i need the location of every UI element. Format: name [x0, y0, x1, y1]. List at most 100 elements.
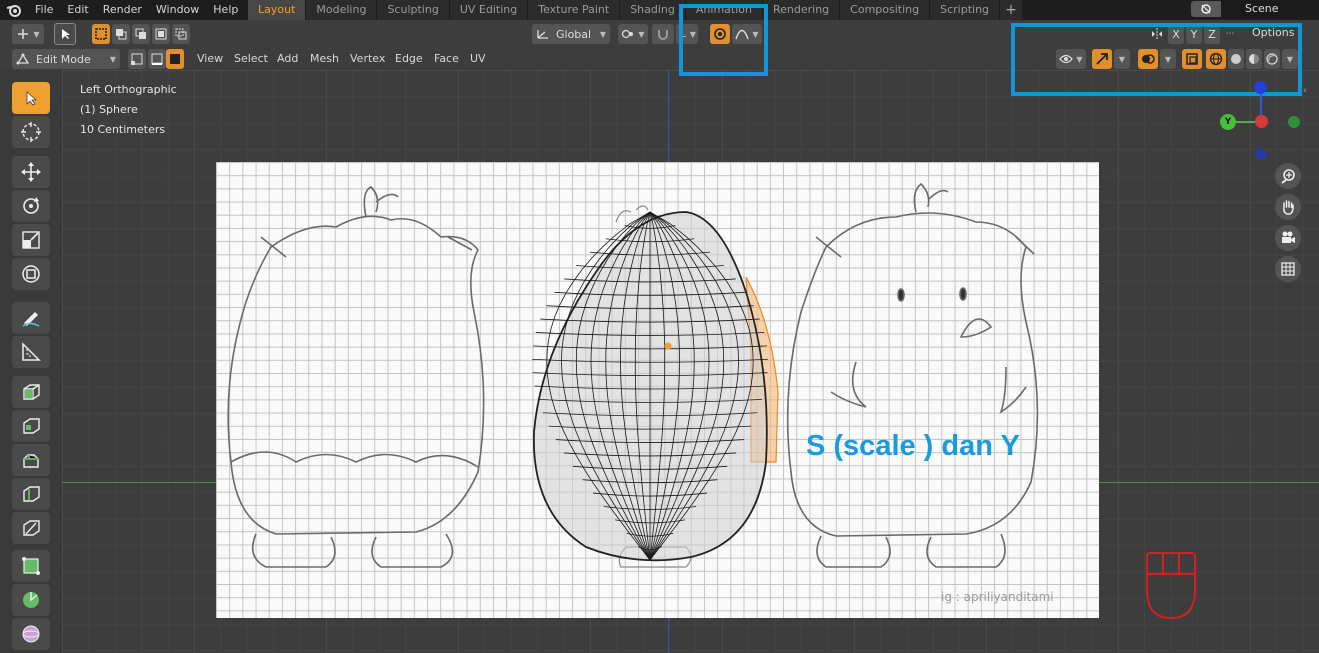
cursor-tool[interactable] [12, 116, 50, 148]
bevel-icon [23, 454, 39, 468]
vertex-select-mode-button[interactable] [128, 49, 146, 69]
left-toolbar [0, 70, 62, 653]
move-tool[interactable] [12, 156, 50, 188]
menu-vertex[interactable]: Vertex [350, 49, 385, 69]
tab-compositing[interactable]: Compositing [840, 0, 931, 20]
active-object-name: (1) Sphere [80, 103, 138, 116]
gizmo-z-axis-icon[interactable] [1254, 81, 1267, 94]
viewport-info: Left Orthographic (1) Sphere 10 Centimet… [80, 80, 177, 140]
face-select-icon [170, 54, 180, 64]
gizmo-y-axis-icon[interactable]: Y [1220, 114, 1236, 130]
loop-cut-tool[interactable] [12, 478, 50, 510]
select-extend-button[interactable] [112, 24, 130, 44]
menu-file[interactable]: File [28, 0, 60, 20]
select-subtract-button[interactable] [132, 24, 150, 44]
poly-build-tool[interactable] [12, 550, 50, 582]
snap-toggle[interactable] [652, 24, 674, 44]
menu-uv[interactable]: UV [470, 49, 486, 69]
reference-drawing [227, 182, 1039, 568]
transform-tool[interactable] [12, 258, 50, 290]
tab-modeling[interactable]: Modeling [306, 0, 378, 20]
menu-render[interactable]: Render [96, 0, 149, 20]
bevel-tool[interactable] [12, 444, 50, 476]
gizmo-x-axis-icon[interactable] [1255, 115, 1268, 128]
transform-orientation-value: Global [556, 27, 592, 41]
tab-layout[interactable]: Layout [248, 0, 307, 20]
transform-orientation-dropdown[interactable]: Global ▼ [532, 24, 610, 44]
select-intersect-button[interactable] [172, 24, 190, 44]
select-new-button[interactable] [92, 24, 110, 44]
menu-edit[interactable]: Edit [60, 0, 95, 20]
menu-face[interactable]: Face [434, 49, 459, 69]
spin-icon [23, 592, 39, 608]
tab-texture-paint[interactable]: Texture Paint [528, 0, 621, 20]
perspective-toggle-button[interactable] [1275, 256, 1301, 282]
knife-icon [23, 520, 40, 536]
select-invert-button[interactable] [152, 24, 170, 44]
zoom-magnifier-icon [1281, 169, 1295, 184]
menu-mesh[interactable]: Mesh [310, 49, 339, 69]
select-new-icon [95, 28, 107, 40]
smooth-tool[interactable] [12, 618, 50, 650]
add-workspace-button[interactable]: + [1000, 0, 1023, 20]
select-subtract-icon [135, 28, 146, 39]
ruler-icon [22, 342, 41, 361]
menu-window[interactable]: Window [149, 0, 206, 20]
blender-logo-icon[interactable] [0, 0, 28, 20]
extrude-icon [23, 384, 40, 400]
extrude-region-tool[interactable] [12, 376, 50, 408]
spin-tool[interactable] [12, 584, 50, 616]
scale-icon [22, 231, 40, 249]
mode-selector-dropdown[interactable]: Edit Mode ▼ [12, 49, 120, 69]
tool-settings-dropdown[interactable]: ▼ [12, 24, 44, 44]
rotate-tool[interactable] [12, 190, 50, 222]
hand-icon [1283, 200, 1294, 215]
scale-tool[interactable] [12, 224, 50, 256]
pivot-point-dropdown[interactable]: ▼ [618, 24, 648, 44]
zoom-button[interactable] [1275, 163, 1301, 189]
character-front-sketch [786, 182, 1039, 568]
menu-help[interactable]: Help [206, 0, 245, 20]
select-tool[interactable] [12, 82, 50, 114]
origin-point [664, 342, 672, 350]
gizmo-neg-y-icon[interactable] [1288, 116, 1300, 128]
pencil-icon [22, 312, 40, 327]
tab-uv-editing[interactable]: UV Editing [449, 0, 529, 20]
grid-icon [1281, 262, 1295, 276]
magnet-icon [658, 30, 668, 40]
poly-build-icon [22, 557, 40, 575]
menu-add[interactable]: Add [277, 49, 298, 69]
scene-selector[interactable]: Scene [1191, 0, 1319, 18]
character-back-sketch [227, 186, 485, 568]
camera-view-button[interactable] [1275, 225, 1301, 251]
scene-icon[interactable] [1191, 1, 1221, 17]
annotate-tool[interactable] [12, 302, 50, 334]
edge-select-icon [151, 53, 163, 65]
view-name: Left Orthographic [80, 83, 177, 96]
measure-tool[interactable] [12, 336, 50, 368]
scene-name-field[interactable]: Scene [1221, 1, 1319, 17]
3d-cursor-icon [21, 122, 41, 142]
tab-sculpting[interactable]: Sculpting [377, 0, 450, 20]
face-select-mode-button[interactable] [166, 49, 184, 69]
menu-edge[interactable]: Edge [395, 49, 423, 69]
sidebar-toggle-icon[interactable]: ‹ [1303, 86, 1313, 100]
transform-icon [22, 265, 40, 283]
menu-select[interactable]: Select [234, 49, 268, 69]
select-box-tool-button[interactable] [54, 23, 76, 45]
workspace-tabs: Layout Modeling Sculpting UV Editing Tex… [248, 0, 1023, 20]
knife-tool[interactable] [12, 512, 50, 544]
pan-button[interactable] [1275, 194, 1301, 220]
pivot-icon [622, 29, 634, 39]
edge-select-mode-button[interactable] [148, 49, 166, 69]
inset-icon [23, 418, 40, 434]
gizmo-neg-z-icon[interactable] [1255, 148, 1267, 160]
mode-value: Edit Mode [36, 52, 91, 66]
orientation-icon [537, 30, 548, 39]
tab-rendering[interactable]: Rendering [762, 0, 841, 20]
tab-shading[interactable]: Shading [620, 0, 686, 20]
inset-faces-tool[interactable] [12, 410, 50, 442]
cursor-arrow-icon [26, 91, 37, 106]
tab-scripting[interactable]: Scripting [930, 0, 1001, 20]
menu-view[interactable]: View [197, 49, 223, 69]
